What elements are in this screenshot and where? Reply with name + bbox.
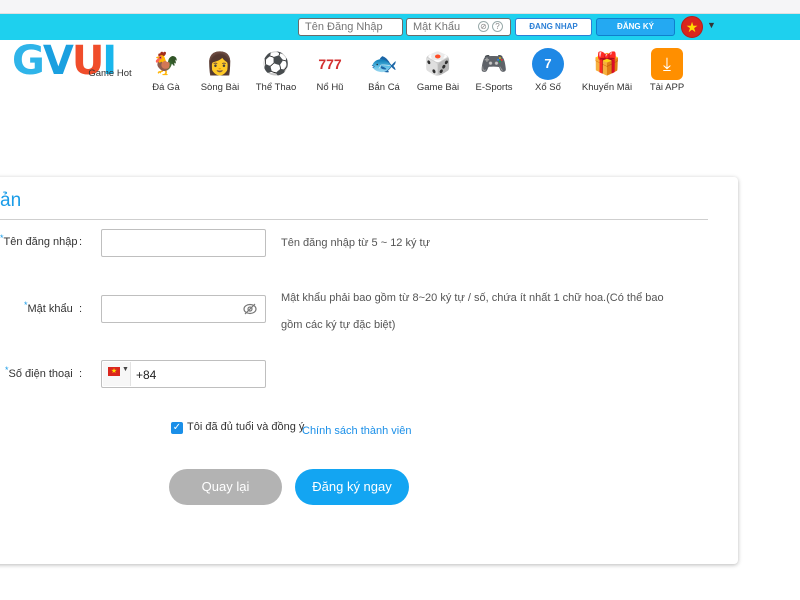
gift-box-icon: 🎁 <box>593 51 621 76</box>
page-title: ản <box>0 190 22 211</box>
nav-label: Game Hot <box>88 68 132 79</box>
nav-item-da-ga[interactable]: 🐓 Đá Gà <box>136 48 196 93</box>
username-colon: : <box>79 236 83 248</box>
nav-item-game-hot[interactable]: Game Hot <box>80 66 140 79</box>
top-login-bar: ⊘ ? ĐANG NHAP ĐĂNG KÝ <box>0 14 800 40</box>
nav-item-khuyen-mai[interactable]: 🎁 Khuyến Mãi <box>577 48 637 93</box>
agree-checkbox[interactable]: ✓ <box>171 422 183 434</box>
phone-label-text: Số điện thoại <box>8 368 73 380</box>
nav-label: Khuyến Mãi <box>581 82 633 93</box>
nav-item-esports[interactable]: 🎮 E-Sports <box>464 48 524 93</box>
policy-link[interactable]: Chính sách thành viên <box>302 425 411 437</box>
dice-cards-icon: 🎲 <box>424 51 452 76</box>
login-button[interactable]: ĐANG NHAP <box>515 18 592 36</box>
nav-item-game-bai[interactable]: 🎲 Game Bài <box>408 48 468 93</box>
nav-label: Đá Gà <box>152 82 180 93</box>
required-marker: * <box>24 300 28 310</box>
nav-item-ban-ca[interactable]: 🐟 Bắn Cá <box>354 48 414 93</box>
phone-colon: : <box>79 368 83 380</box>
country-code: +84 <box>136 368 157 382</box>
vietnam-flag-icon[interactable]: ★ <box>681 16 703 38</box>
phone-label: *Số điện thoại <box>5 365 73 380</box>
back-button[interactable]: Quay lại <box>169 469 282 505</box>
nav-item-xo-so[interactable]: 7 Xổ Số <box>518 48 578 93</box>
register-now-button[interactable]: Đăng ký ngay <box>295 469 409 505</box>
nav-label: E-Sports <box>475 82 513 93</box>
slot-machine-icon: 777 <box>318 56 342 72</box>
password-icons: ⊘ ? <box>478 21 503 32</box>
download-icon: ⤓ <box>651 48 683 80</box>
browser-top-strip <box>0 0 800 14</box>
username-label: *Tên đăng nhập <box>0 233 78 248</box>
nav-item-song-bai[interactable]: 👩 Sòng Bài <box>190 48 250 93</box>
password-field[interactable] <box>101 295 266 323</box>
fish-shooting-icon: 🐟 <box>370 51 398 76</box>
agree-text: Tôi đã đủ tuổi và đồng ý <box>187 421 305 433</box>
nav-label: Nổ Hũ <box>316 82 344 93</box>
chevron-down-icon[interactable]: ▼ <box>707 20 716 30</box>
password-label-text: Mật khẩu <box>27 303 73 315</box>
nav-label: Sòng Bài <box>200 82 240 93</box>
nav-label: Game Bài <box>416 82 460 93</box>
gamepad-icon: 🎮 <box>480 51 508 76</box>
nav-label: Bắn Cá <box>368 82 400 93</box>
casino-dealer-icon: 👩 <box>206 51 234 76</box>
vietnam-flag-icon: ★ <box>108 367 120 376</box>
password-hint-line2: gồm các ký tự đặc biệt) <box>281 319 396 331</box>
eye-off-icon[interactable]: ⊘ <box>478 21 489 32</box>
username-login-input[interactable] <box>298 18 403 36</box>
required-marker: * <box>0 233 4 243</box>
nav-item-the-thao[interactable]: ⚽ Thể Thao <box>246 48 306 93</box>
username-field[interactable] <box>101 229 266 257</box>
chevron-down-icon: ▼ <box>122 366 129 373</box>
nav-label: Xổ Số <box>535 82 561 93</box>
nav-label: Tải APP <box>649 82 685 93</box>
password-colon: : <box>79 303 83 315</box>
help-icon[interactable]: ? <box>492 21 503 32</box>
soccer-ball-icon: ⚽ <box>262 51 290 76</box>
nav-item-no-hu[interactable]: 777 Nổ Hũ <box>300 48 360 93</box>
main-nav: Game Hot 🐓 Đá Gà 👩 Sòng Bài ⚽ Thể Thao 7… <box>0 48 800 98</box>
rooster-icon: 🐓 <box>152 51 180 76</box>
eye-off-icon[interactable] <box>243 303 257 315</box>
required-marker: * <box>5 365 9 375</box>
username-hint: Tên đăng nhập từ 5 ~ 12 ký tự <box>281 237 430 249</box>
title-divider <box>0 219 708 220</box>
nav-label: Thể Thao <box>255 82 297 93</box>
nav-item-tai-app[interactable]: ⤓ Tải APP <box>637 48 697 93</box>
password-label: *Mật khẩu <box>24 300 73 315</box>
lottery-ball-icon: 7 <box>532 48 564 80</box>
password-hint-line1: Mật khẩu phải bao gồm từ 8~20 ký tự / số… <box>281 292 664 304</box>
country-select[interactable]: ★ ▼ <box>103 362 131 386</box>
register-button[interactable]: ĐĂNG KÝ <box>596 18 675 36</box>
username-label-text: Tên đăng nhập <box>3 236 78 248</box>
